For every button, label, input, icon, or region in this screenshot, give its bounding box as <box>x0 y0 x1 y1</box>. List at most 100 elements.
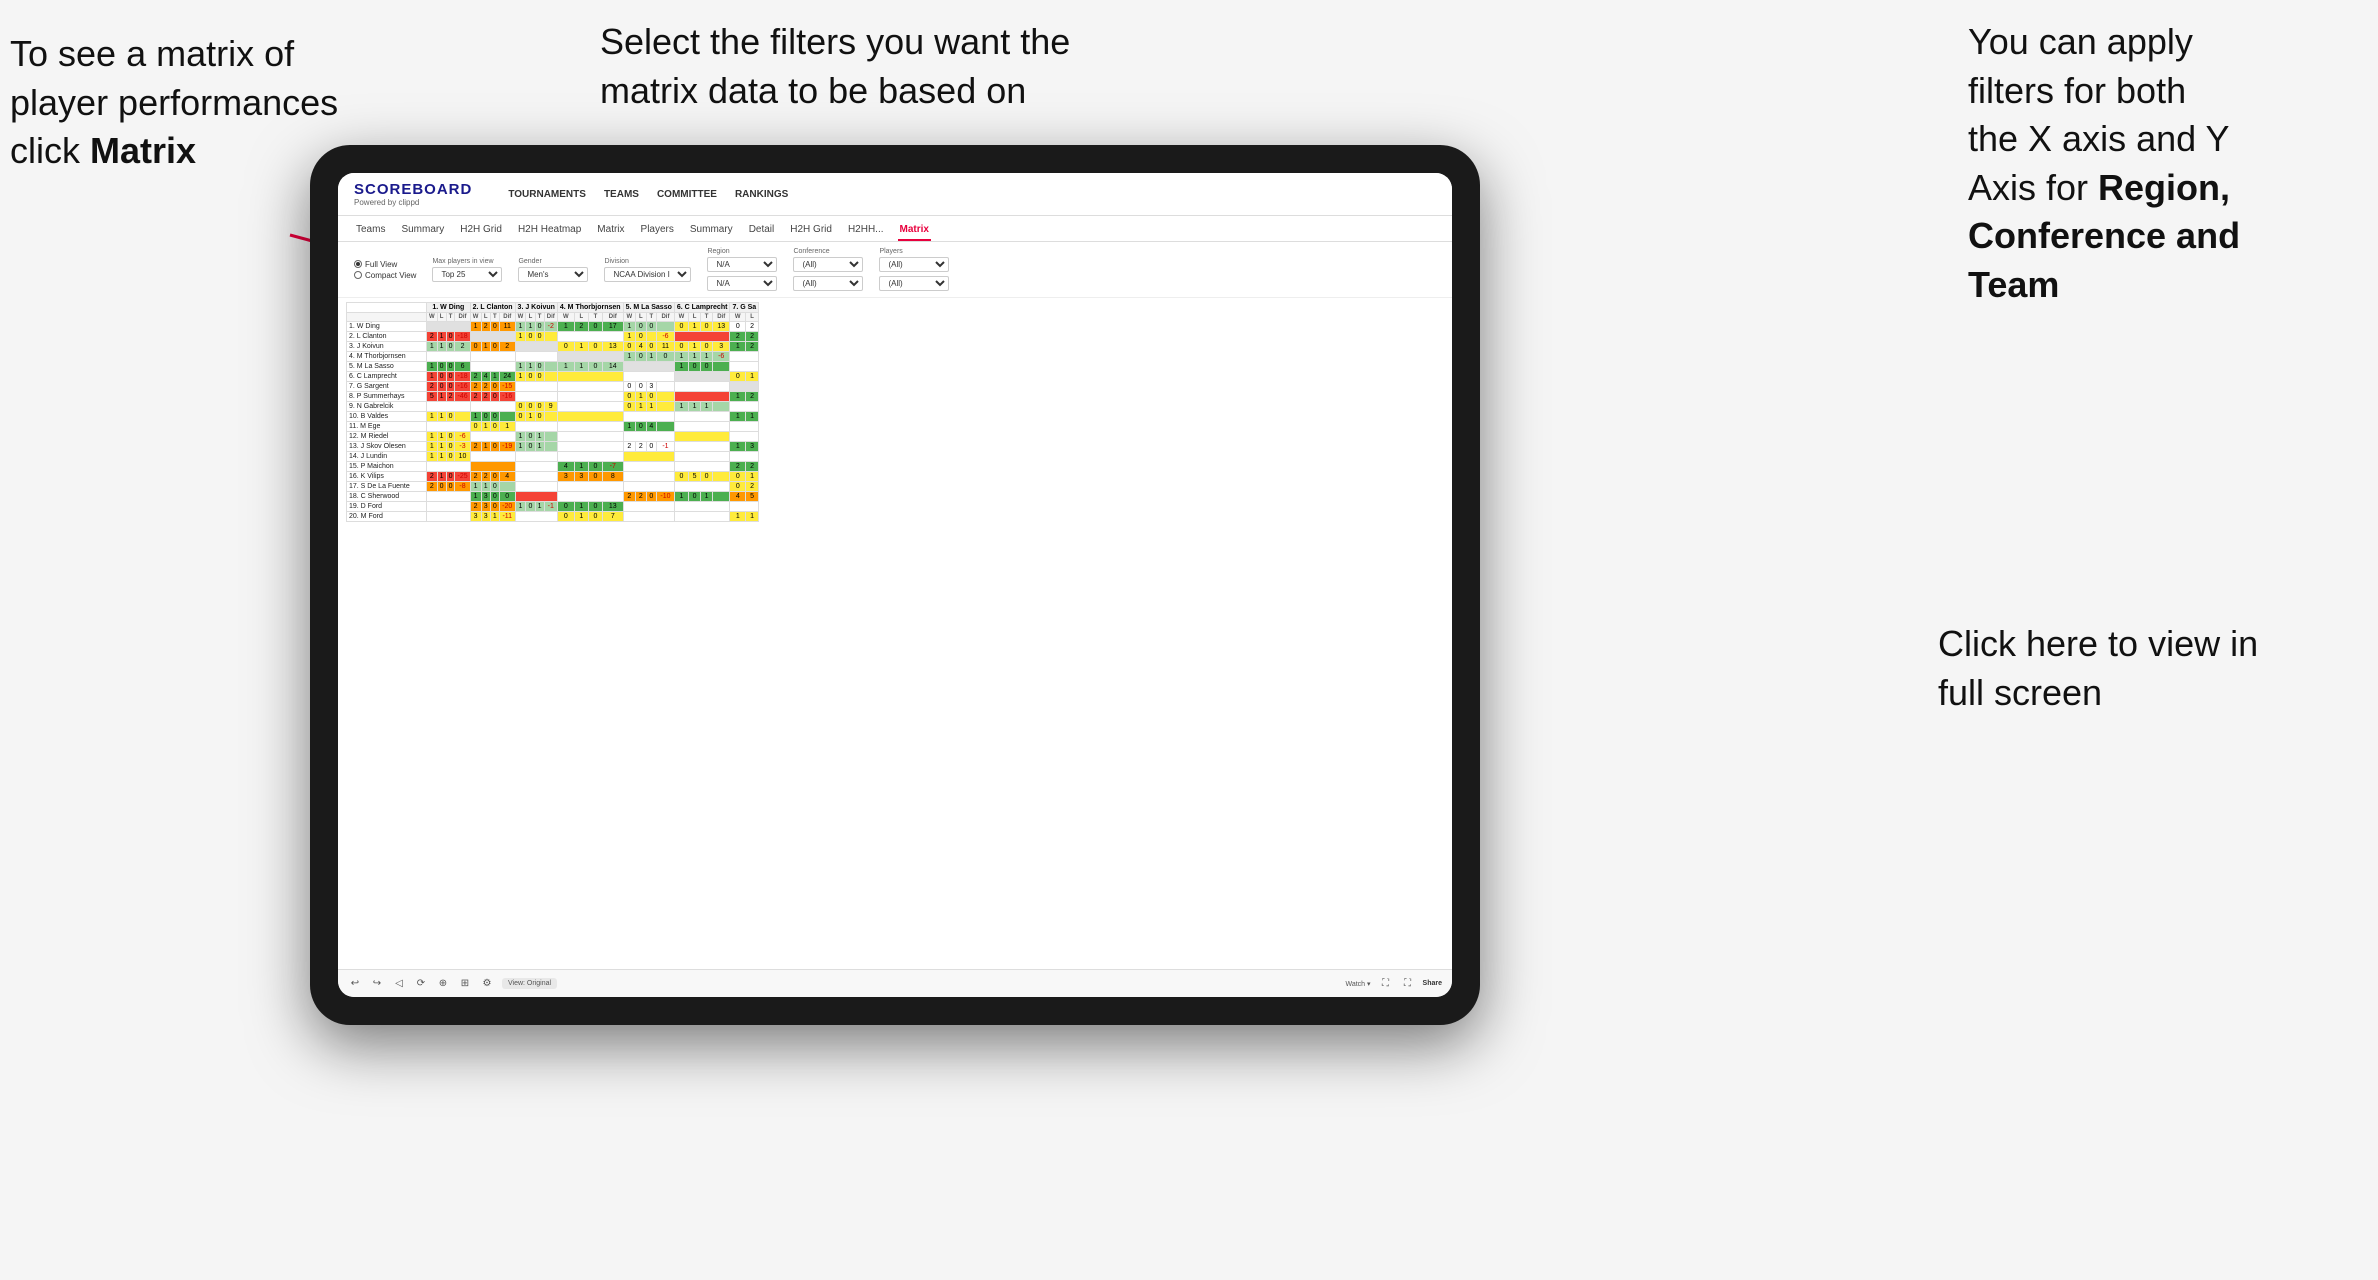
cell-14-1 <box>470 462 515 472</box>
cell-7-1-2: 0 <box>490 392 499 402</box>
row-header-13: 14. J Lundin <box>347 452 427 462</box>
cell-7-1-0: 2 <box>470 392 481 402</box>
cell-6-4-3 <box>657 382 675 392</box>
tab-detail[interactable]: Detail <box>747 220 777 241</box>
region-select-1[interactable]: N/A <box>707 257 777 272</box>
cell-14-3-3: -7 <box>602 462 623 472</box>
cell-12-0-0: 1 <box>427 442 438 452</box>
sh-t4: T <box>588 313 602 322</box>
row-header-18: 19. D Ford <box>347 502 427 512</box>
tab-summary[interactable]: Summary <box>399 220 446 241</box>
cell-12-2-3 <box>544 442 557 452</box>
compact-view-option[interactable]: Compact View <box>354 271 416 280</box>
cell-2-4-1: 4 <box>636 342 646 352</box>
cell-14-3-2: 0 <box>588 462 602 472</box>
cell-16-5 <box>674 482 730 492</box>
tab-teams[interactable]: Teams <box>354 220 387 241</box>
cell-9-0-2: 0 <box>446 412 455 422</box>
cell-18-2-0: 1 <box>515 502 526 512</box>
cell-0-3-0: 1 <box>557 322 574 332</box>
tab-players[interactable]: Players <box>639 220 676 241</box>
refresh-icon[interactable]: ⟳ <box>414 977 428 991</box>
cell-5-6-0: 0 <box>730 372 746 382</box>
cell-18-2-2: 1 <box>535 502 544 512</box>
row-header-8: 9. N Gabrelcik <box>347 402 427 412</box>
cell-15-3-3: 8 <box>602 472 623 482</box>
cell-7-3 <box>557 392 623 402</box>
tab-h2h-heatmap[interactable]: H2H Heatmap <box>516 220 583 241</box>
conference-select-1[interactable]: (All) <box>793 257 863 272</box>
tab-matrix-active[interactable]: Matrix <box>898 220 931 241</box>
cell-3-4-2: 1 <box>646 352 656 362</box>
full-view-label: Full View <box>365 260 397 269</box>
max-players-select[interactable]: Top 25 <box>432 267 502 282</box>
cell-6-1-0: 2 <box>470 382 481 392</box>
cell-17-5-1: 0 <box>689 492 701 502</box>
matrix-table-wrap[interactable]: 1. W Ding 2. L Clanton 3. J Koivun 4. M … <box>338 298 1452 969</box>
cell-6-5 <box>674 382 730 392</box>
redo-icon[interactable]: ↪ <box>370 977 384 991</box>
cell-7-4-1: 1 <box>636 392 646 402</box>
conference-select-2[interactable]: (All) <box>793 276 863 291</box>
cell-18-3-2: 0 <box>588 502 602 512</box>
players-label: Players <box>879 248 949 255</box>
cell-12-3 <box>557 442 623 452</box>
tab-matrix[interactable]: Matrix <box>595 220 626 241</box>
sh-w5: W <box>623 313 636 322</box>
fullscreen-icon[interactable]: ⛶ <box>1401 977 1415 991</box>
cell-17-5-3 <box>713 492 730 502</box>
cell-1-5 <box>674 332 730 342</box>
settings-icon[interactable]: ⚙ <box>480 977 494 991</box>
cell-0-3-1: 2 <box>574 322 588 332</box>
annotation-topright-bold: Region,Conference andTeam <box>1968 167 2240 305</box>
cell-4-0-2: 0 <box>446 362 455 372</box>
annotation-bottomright: Click here to view in full screen <box>1938 620 2298 717</box>
full-view-radio[interactable] <box>354 260 362 268</box>
cell-17-3 <box>557 492 623 502</box>
cell-3-1 <box>470 352 515 362</box>
undo-icon[interactable]: ↩ <box>348 977 362 991</box>
watch-button[interactable]: Watch ▾ <box>1345 980 1370 988</box>
cell-15-1-3: 4 <box>499 472 515 482</box>
players-select-1[interactable]: (All) <box>879 257 949 272</box>
division-select[interactable]: NCAA Division I <box>604 267 691 282</box>
cell-19-1-1: 3 <box>481 512 490 522</box>
gender-select[interactable]: Men's <box>518 267 588 282</box>
view-original-btn[interactable]: View: Original <box>502 978 557 989</box>
cell-13-4 <box>623 452 674 462</box>
row-header-17: 18. C Sherwood <box>347 492 427 502</box>
cell-18-3-3: 13 <box>602 502 623 512</box>
cell-5-3 <box>557 372 623 382</box>
cell-10-1-1: 1 <box>481 422 490 432</box>
nav-rankings[interactable]: RANKINGS <box>735 187 788 202</box>
nav-committee[interactable]: COMMITTEE <box>657 187 717 202</box>
tab-h2h-grid[interactable]: H2H Grid <box>458 220 504 241</box>
screen-icon[interactable]: ⛶ <box>1379 977 1393 991</box>
zoom-icon[interactable]: ⊕ <box>436 977 450 991</box>
cell-18-1-0: 2 <box>470 502 481 512</box>
col-header-1: 1. W Ding <box>427 303 471 313</box>
grid-icon[interactable]: ⊞ <box>458 977 472 991</box>
app-header: SCOREBOARD Powered by clippd TOURNAMENTS… <box>338 173 1452 216</box>
tab-summary2[interactable]: Summary <box>688 220 735 241</box>
tab-h2hh[interactable]: H2HH... <box>846 220 886 241</box>
cell-18-2-3: -1 <box>544 502 557 512</box>
cell-1-3 <box>557 332 623 342</box>
players-select-2[interactable]: (All) <box>879 276 949 291</box>
region-select-2[interactable]: N/A <box>707 276 777 291</box>
cell-12-2-0: 1 <box>515 442 526 452</box>
nav-teams[interactable]: TEAMS <box>604 187 639 202</box>
share-button[interactable]: Share <box>1423 980 1442 987</box>
back-icon[interactable]: ◁ <box>392 977 406 991</box>
full-view-option[interactable]: Full View <box>354 260 416 269</box>
tab-h2h-grid2[interactable]: H2H Grid <box>788 220 834 241</box>
cell-15-5-0: 0 <box>674 472 688 482</box>
cell-6-2 <box>515 382 557 392</box>
filter-division: Division NCAA Division I <box>604 258 691 282</box>
cell-18-0 <box>427 502 471 512</box>
nav-tournaments[interactable]: TOURNAMENTS <box>508 187 586 202</box>
compact-view-radio[interactable] <box>354 271 362 279</box>
col-header-4: 4. M Thorbjornsen <box>557 303 623 313</box>
cell-14-3-0: 4 <box>557 462 574 472</box>
cell-17-1-2: 0 <box>490 492 499 502</box>
